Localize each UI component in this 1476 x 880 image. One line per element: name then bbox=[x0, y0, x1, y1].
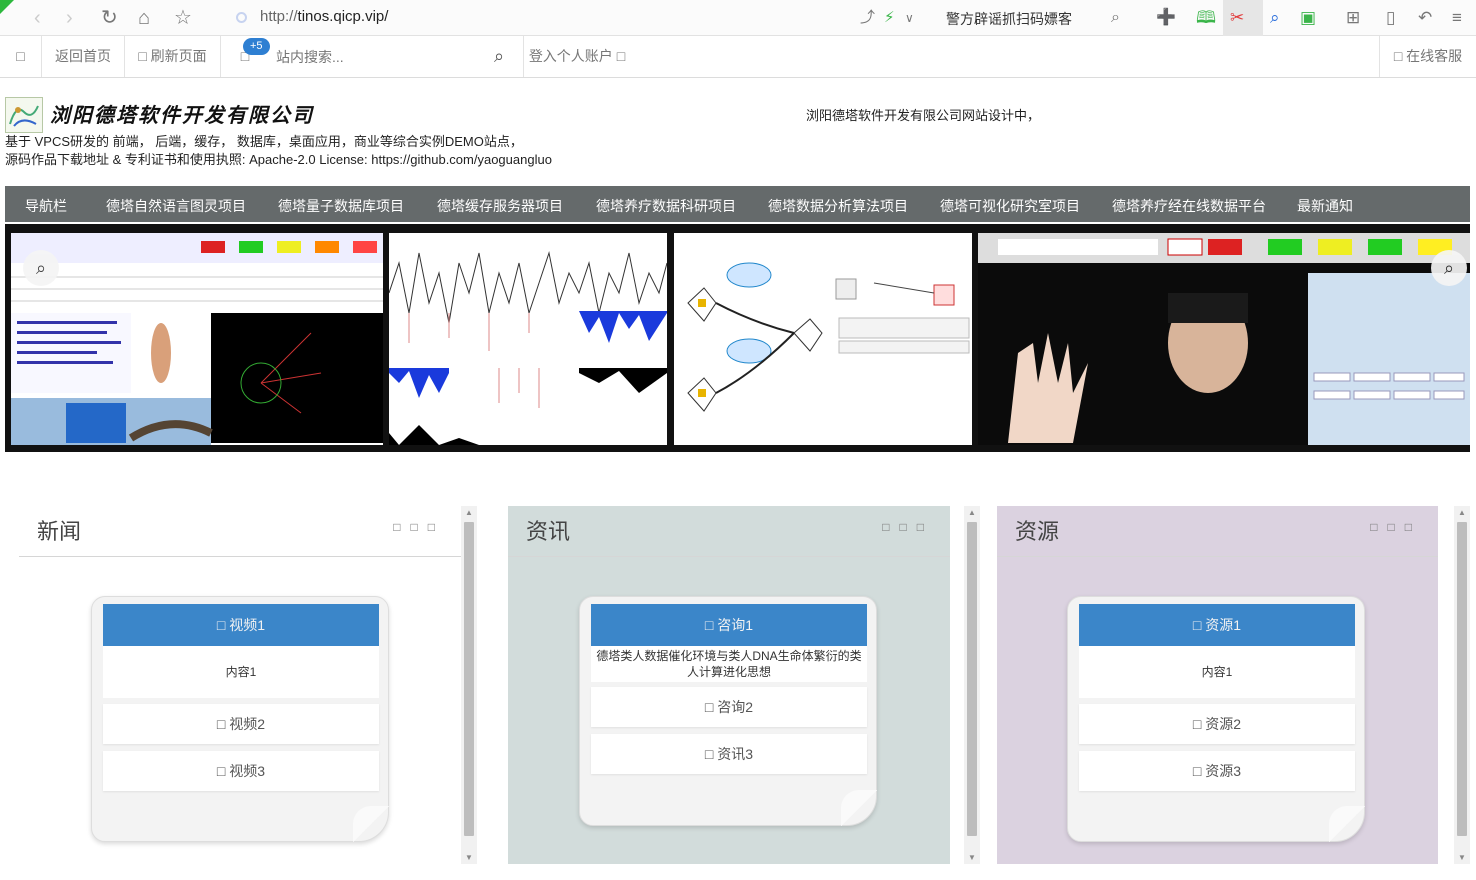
security-icon bbox=[236, 12, 247, 23]
forward-icon[interactable]: › bbox=[66, 6, 73, 30]
chevron-down-icon[interactable]: ∨ bbox=[905, 6, 914, 30]
zoom-right-icon[interactable]: ⌕ bbox=[1431, 250, 1467, 286]
info-scrollbar[interactable]: ▲ ▼ bbox=[964, 506, 980, 864]
magnifier-icon[interactable]: ⌕ bbox=[1270, 6, 1280, 30]
company-logo-text: 浏阳德塔软件开发有限公司 bbox=[50, 103, 314, 127]
scroll-down-icon[interactable]: ▼ bbox=[964, 853, 980, 862]
page-curl bbox=[841, 790, 877, 826]
accordion-item[interactable]: □ 资源2 bbox=[1079, 704, 1355, 744]
nav-item[interactable]: 德塔量子数据库项目 bbox=[278, 196, 404, 216]
resource-card: □ 资源1 内容1 □ 资源2 □ 资源3 bbox=[1067, 596, 1365, 842]
accordion-header[interactable]: □ 视频1 bbox=[103, 604, 379, 646]
scroll-down-icon[interactable]: ▼ bbox=[1454, 853, 1470, 862]
site-toolbar: □ 返回首页 □ 刷新页面 □ +5 ⌕ 登入个人账户 □ □ 在线客服 bbox=[0, 36, 1476, 78]
scroll-down-icon[interactable]: ▼ bbox=[461, 853, 477, 862]
banner-carousel[interactable]: ⌕ ⌕ bbox=[5, 224, 1470, 452]
nav-item[interactable]: 德塔缓存服务器项目 bbox=[437, 196, 563, 216]
site-status-text: 浏阳德塔软件开发有限公司网站设计中， bbox=[806, 108, 1041, 123]
accordion-content: 德塔类人数据催化环境与类人DNA生命体繁衍的类人计算进化思想 bbox=[591, 646, 867, 682]
scroll-thumb[interactable] bbox=[1457, 522, 1467, 836]
scissors-icon[interactable]: ✂ bbox=[1230, 6, 1244, 30]
nav-item[interactable]: 德塔养疗经在线数据平台 bbox=[1112, 196, 1266, 216]
gamepad-icon[interactable]: ▣ bbox=[1300, 6, 1316, 30]
accordion-item[interactable]: □ 资源3 bbox=[1079, 751, 1355, 791]
address-bar[interactable]: http://tinos.qicp.vip/ bbox=[260, 8, 388, 25]
nav-item[interactable]: 德塔自然语言图灵项目 bbox=[106, 196, 246, 216]
source-link[interactable]: 源码作品下载地址 & 专利证书和使用执照: Apache-2.0 License… bbox=[5, 151, 552, 169]
online-service-link[interactable]: □ 在线客服 bbox=[1379, 36, 1476, 77]
main-nav: 导航栏 德塔自然语言图灵项目 德塔量子数据库项目 德塔缓存服务器项目 德塔养疗数… bbox=[5, 186, 1470, 222]
panel-controls-icon[interactable]: □□□ bbox=[1370, 520, 1422, 534]
news-card: □ 视频1 内容1 □ 视频2 □ 视频3 bbox=[91, 596, 389, 842]
nav-item[interactable]: 德塔养疗数据科研项目 bbox=[596, 196, 736, 216]
accordion-item[interactable]: □ 资讯3 bbox=[591, 734, 867, 774]
scroll-up-icon[interactable]: ▲ bbox=[964, 508, 980, 517]
news-scrollbar[interactable]: ▲ ▼ bbox=[461, 506, 477, 864]
nav-item[interactable]: 德塔数据分析算法项目 bbox=[768, 196, 908, 216]
search-icon[interactable]: ⌕ bbox=[1111, 6, 1120, 30]
page-curl bbox=[1329, 806, 1365, 842]
refresh-link[interactable]: □ 刷新页面 bbox=[125, 36, 221, 77]
tablet-icon[interactable]: ▯ bbox=[1386, 6, 1395, 30]
nav-item[interactable]: 最新通知 bbox=[1297, 196, 1353, 216]
panel-controls-icon[interactable]: □□□ bbox=[882, 520, 934, 534]
accordion-header[interactable]: □ 资源1 bbox=[1079, 604, 1355, 646]
accordion-content: 内容1 bbox=[1079, 646, 1355, 698]
home-link[interactable]: 返回首页 bbox=[42, 36, 125, 77]
panel-divider bbox=[997, 556, 1438, 557]
zoom-left-icon[interactable]: ⌕ bbox=[23, 250, 59, 286]
login-link[interactable]: 登入个人账户 □ bbox=[524, 36, 630, 77]
banner-image-video-demo bbox=[978, 233, 1470, 445]
menu-toggle-button[interactable]: □ bbox=[0, 36, 42, 77]
translate-icon[interactable]: ➕ bbox=[1156, 6, 1176, 30]
accordion-item[interactable]: □ 咨询2 bbox=[591, 687, 867, 727]
status-corner bbox=[0, 0, 14, 14]
lightning-icon[interactable]: ⚡ bbox=[884, 6, 895, 30]
accordion-item[interactable]: □ 视频3 bbox=[103, 751, 379, 791]
scroll-thumb[interactable] bbox=[967, 522, 977, 836]
scroll-up-icon[interactable]: ▲ bbox=[461, 508, 477, 517]
page-curl bbox=[353, 806, 389, 842]
scroll-up-icon[interactable]: ▲ bbox=[1454, 508, 1470, 517]
panel-divider bbox=[508, 556, 950, 557]
resource-scrollbar[interactable]: ▲ ▼ bbox=[1454, 506, 1470, 864]
book-icon[interactable]: 🕮 bbox=[1196, 6, 1216, 30]
menu-icon[interactable]: ≡ bbox=[1452, 6, 1462, 30]
browser-toolbar: ‹ › ↻ ⌂ ☆ http://tinos.qicp.vip/ ⤴ ⚡ ∨ 警… bbox=[0, 0, 1476, 36]
back-icon[interactable]: ‹ bbox=[34, 6, 41, 30]
scroll-thumb[interactable] bbox=[464, 522, 474, 836]
site-description: 基于 VPCS研发的 前端， 后端，缓存， 数据库，桌面应用，商业等综合实例DE… bbox=[5, 133, 552, 169]
banner-image-app-ui bbox=[11, 233, 383, 445]
panel-controls-icon[interactable]: □□□ bbox=[393, 520, 445, 534]
home-icon[interactable]: ⌂ bbox=[138, 6, 150, 30]
reload-icon[interactable]: ↻ bbox=[101, 6, 118, 30]
panel-title: 资源 bbox=[1015, 519, 1060, 544]
company-logo-icon bbox=[5, 97, 43, 133]
share-icon[interactable]: ⤴ bbox=[860, 6, 875, 30]
banner-image-waveforms bbox=[389, 233, 667, 445]
info-card: □ 咨询1 德塔类人数据催化环境与类人DNA生命体繁衍的类人计算进化思想 □ 咨… bbox=[579, 596, 877, 826]
site-description-line: 基于 VPCS研发的 前端， 后端，缓存， 数据库，桌面应用，商业等综合实例DE… bbox=[5, 134, 523, 149]
undo-icon[interactable]: ↶ bbox=[1418, 6, 1432, 30]
news-ticker[interactable]: 警方辟谣抓扫码嫖客 bbox=[946, 9, 1072, 29]
panel-divider bbox=[19, 556, 461, 557]
apps-grid-icon[interactable]: ⊞ bbox=[1346, 6, 1360, 30]
star-icon[interactable]: ☆ bbox=[174, 6, 192, 30]
banner-image-neuron-diagram bbox=[674, 233, 972, 445]
accordion-header[interactable]: □ 咨询1 bbox=[591, 604, 867, 646]
nav-item[interactable]: 导航栏 bbox=[25, 196, 67, 216]
panel-title: 资讯 bbox=[526, 519, 571, 544]
panel-title: 新闻 bbox=[37, 519, 82, 544]
notification-badge: +5 bbox=[243, 38, 270, 55]
accordion-content: 内容1 bbox=[103, 646, 379, 698]
nav-item[interactable]: 德塔可视化研究室项目 bbox=[940, 196, 1080, 216]
search-icon[interactable]: ⌕ bbox=[494, 46, 504, 67]
accordion-item[interactable]: □ 视频2 bbox=[103, 704, 379, 744]
search-input[interactable] bbox=[276, 42, 491, 71]
